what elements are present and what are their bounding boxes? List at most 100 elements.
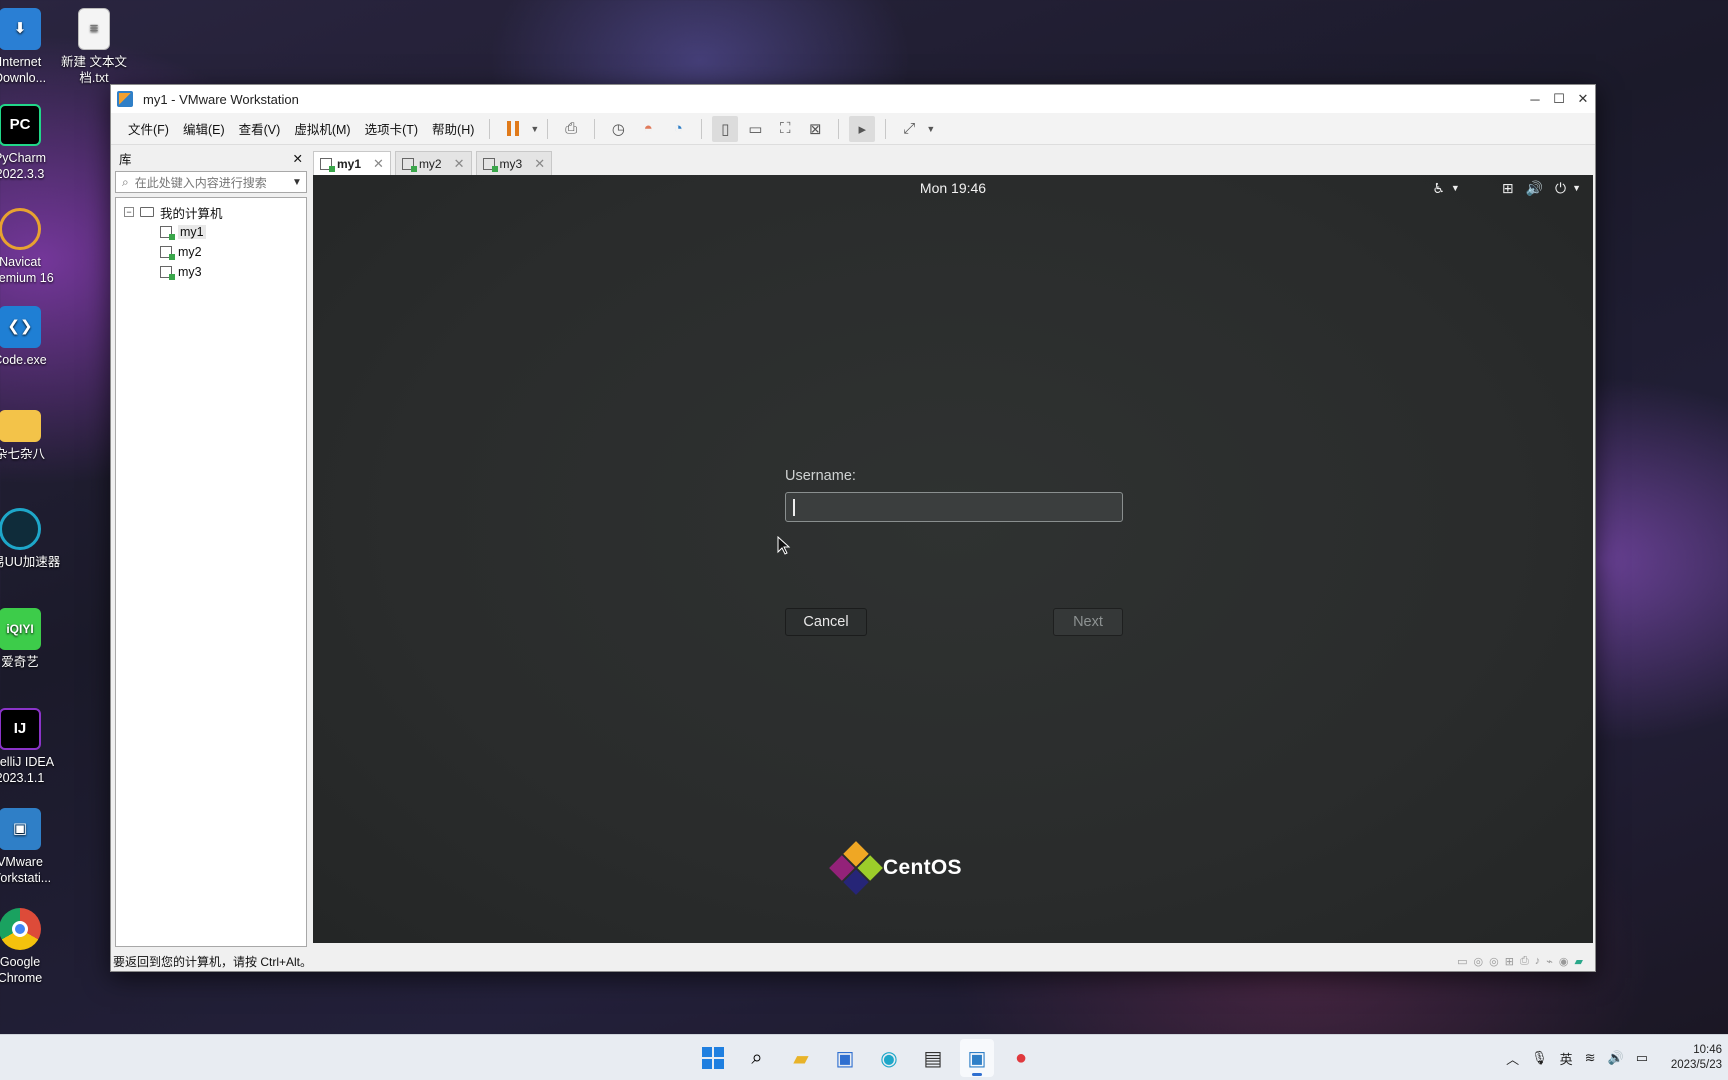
tab-my1[interactable]: my1 ✕: [313, 151, 391, 175]
cancel-button[interactable]: Cancel: [785, 608, 867, 636]
collapse-icon[interactable]: −: [124, 207, 134, 217]
network-icon[interactable]: ⊞: [1502, 180, 1514, 197]
vm-icon: [160, 226, 175, 240]
tree-item-vm[interactable]: my1: [116, 222, 306, 242]
desktop-icon-uu[interactable]: 网易UU加速器: [0, 508, 62, 570]
toolbar-separator: [547, 118, 549, 139]
send-ctrl-alt-del-button[interactable]: ⎙: [558, 116, 584, 142]
desktop-icon-iqiyi[interactable]: iQIYI 爱奇艺: [0, 608, 62, 670]
vmware-app-icon: [117, 91, 133, 107]
vmware-taskbar-button[interactable]: ▣: [960, 1039, 994, 1077]
chevron-down-icon[interactable]: ▼: [292, 177, 306, 188]
full-screen-button[interactable]: ⛶: [772, 116, 798, 142]
desktop-icon-folder[interactable]: 杂七杂八: [0, 410, 62, 462]
cd-icon[interactable]: ◎: [1489, 955, 1499, 968]
show-library-button[interactable]: ▯: [712, 115, 739, 142]
library-view-icon: ▯: [721, 120, 730, 138]
tree-item-vm[interactable]: my2: [116, 242, 306, 262]
pause-button[interactable]: [500, 116, 526, 142]
library-search-input[interactable]: ⌕ 在此处键入内容进行搜索 ▼: [115, 171, 307, 193]
stretch-button[interactable]: ⤢: [896, 116, 922, 142]
tree-item-label: my3: [178, 265, 202, 279]
start-button[interactable]: [696, 1039, 730, 1077]
library-close-icon[interactable]: ✕: [293, 151, 303, 166]
chevron-up-icon[interactable]: ︿: [1506, 1049, 1519, 1068]
file-explorer-button[interactable]: ▰: [784, 1039, 818, 1077]
maximize-button[interactable]: ☐: [1547, 85, 1571, 113]
printer-icon[interactable]: ⎙: [1520, 955, 1529, 968]
desktop-icon-intellij[interactable]: IJ IntelliJ IDEA 2023.1.1: [0, 708, 62, 786]
desktop-icon-textfile[interactable]: ≡ 新建 文本文档.txt: [52, 8, 136, 86]
recorder-button[interactable]: ●: [1004, 1039, 1038, 1077]
desktop-icon-vscode[interactable]: ❮❯ Code.exe: [0, 306, 62, 368]
chevron-down-icon[interactable]: ▼: [1451, 183, 1460, 193]
cd-icon[interactable]: ◎: [1474, 955, 1484, 968]
store-button[interactable]: ▣: [828, 1039, 862, 1077]
chevron-down-icon[interactable]: ▼: [926, 124, 935, 134]
revert-snapshot-button[interactable]: ◓: [635, 116, 661, 142]
tab-close-icon[interactable]: ✕: [454, 156, 465, 172]
folder-icon: [0, 410, 41, 442]
username-label: Username:: [785, 468, 856, 484]
accessibility-icon[interactable]: ♿: [1432, 180, 1445, 197]
message-icon[interactable]: ▰: [1575, 955, 1583, 968]
ime-indicator[interactable]: 英: [1560, 1049, 1573, 1068]
window-title: my1 - VMware Workstation: [143, 91, 299, 107]
username-input[interactable]: [785, 492, 1123, 522]
system-tray: ︿ 🎙 英 ≋ 🔊 ▭ 10:46 2023/5/23: [1506, 1035, 1728, 1080]
chevron-down-icon[interactable]: ▼: [1572, 183, 1581, 193]
tree-item-vm[interactable]: my3: [116, 262, 306, 282]
tab-close-icon[interactable]: ✕: [534, 156, 545, 172]
menu-view[interactable]: 查看(V): [232, 119, 288, 138]
desktop-icon-navicat[interactable]: Navicat Premium 16: [0, 208, 62, 286]
minimize-button[interactable]: ─: [1523, 85, 1547, 113]
menu-file[interactable]: 文件(F): [121, 119, 176, 138]
power-icon[interactable]: ⏻: [1555, 180, 1566, 197]
volume-icon[interactable]: 🔊: [1526, 180, 1543, 197]
thumbnail-bar-button[interactable]: ▭: [742, 116, 768, 142]
usb-icon[interactable]: ⌁: [1546, 955, 1553, 968]
status-bar: 要返回到您的计算机，请按 Ctrl+Alt。 ▭ ◎ ◎ ⊞ ⎙ ♪ ⌁ ◉ ▰: [111, 951, 1595, 971]
thumbnail-icon: ▭: [748, 120, 763, 138]
chevron-down-icon[interactable]: ▼: [530, 124, 539, 134]
tree-item-my-computer[interactable]: − 我的计算机: [116, 202, 306, 222]
windows-start-icon: [702, 1047, 724, 1069]
desktop-icon-label: 网易UU加速器: [0, 555, 61, 569]
menu-tabs[interactable]: 选项卡(T): [358, 119, 425, 138]
desktop-icon-vmware[interactable]: ▣ VMware Workstati...: [0, 808, 62, 886]
desktop-icon-chrome[interactable]: Google Chrome: [0, 908, 62, 986]
edge-button[interactable]: ◉: [872, 1039, 906, 1077]
battery-icon[interactable]: ▭: [1636, 1050, 1648, 1066]
menu-help[interactable]: 帮助(H): [425, 119, 481, 138]
tree-item-label: my1: [178, 225, 206, 239]
tab-close-icon[interactable]: ✕: [373, 156, 384, 172]
network-adapter-icon[interactable]: ⊞: [1505, 955, 1514, 968]
hard-disk-icon[interactable]: ▭: [1457, 955, 1467, 968]
wifi-icon[interactable]: ≋: [1585, 1050, 1596, 1066]
centos-wordmark: CentOS: [883, 856, 962, 879]
tab-my2[interactable]: my2 ✕: [394, 151, 472, 175]
menu-vm[interactable]: 虚拟机(M): [287, 119, 357, 138]
gnome-clock[interactable]: Mon 19:46: [920, 180, 986, 196]
next-button[interactable]: Next: [1053, 608, 1123, 636]
volume-icon[interactable]: 🔊: [1608, 1050, 1624, 1066]
record-icon: ●: [1014, 1046, 1028, 1069]
menu-edit[interactable]: 编辑(E): [176, 119, 232, 138]
keyboard-icon: ⎙: [565, 120, 578, 137]
close-button[interactable]: ✕: [1571, 85, 1595, 113]
chrome-icon: [0, 908, 41, 950]
desktop-icon-pycharm[interactable]: PC PyCharm 2022.3.3: [0, 104, 62, 182]
console-view-button[interactable]: ▸: [849, 115, 876, 142]
snapshot-manager-button[interactable]: ◔: [665, 116, 691, 142]
title-bar[interactable]: my1 - VMware Workstation ─ ☐ ✕: [111, 85, 1595, 113]
unity-button[interactable]: ⊠: [802, 116, 828, 142]
vm-console[interactable]: Mon 19:46 ♿ ▼ ⊞ 🔊 ⏻ ▼ Username: Cancel Nex…: [313, 175, 1593, 943]
display-icon[interactable]: ◉: [1559, 955, 1569, 968]
terminal-button[interactable]: ▤: [916, 1039, 950, 1077]
tab-my3[interactable]: my3 ✕: [475, 151, 553, 175]
search-button[interactable]: ⌕: [740, 1039, 774, 1077]
sound-icon[interactable]: ♪: [1535, 955, 1541, 968]
taskbar-clock[interactable]: 10:46 2023/5/23: [1660, 1043, 1722, 1073]
snapshot-button[interactable]: ◷: [605, 116, 631, 142]
microphone-icon[interactable]: 🎙: [1531, 1050, 1548, 1066]
